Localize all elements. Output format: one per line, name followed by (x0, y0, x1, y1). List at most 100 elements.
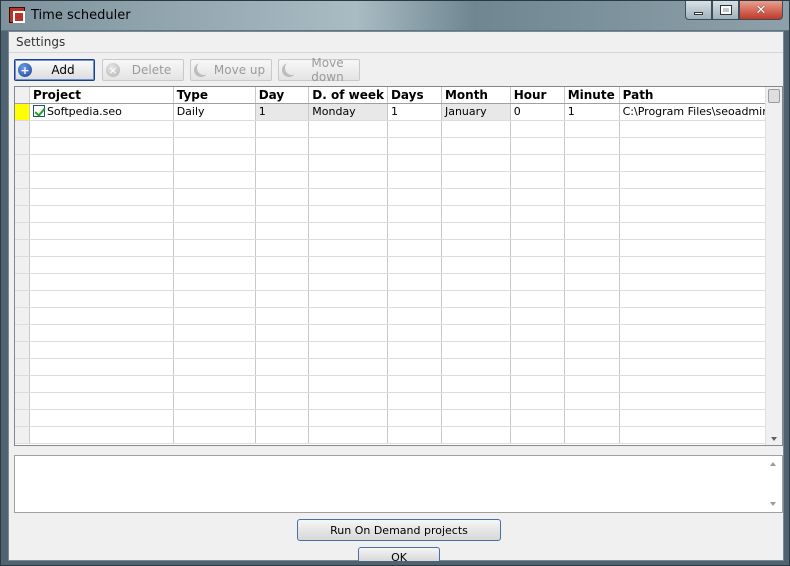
empty-cell[interactable] (441, 392, 511, 410)
empty-table-row[interactable] (15, 273, 782, 291)
empty-cell[interactable] (510, 256, 565, 274)
empty-cell[interactable] (255, 154, 310, 172)
empty-cell[interactable] (308, 154, 388, 172)
empty-cell[interactable] (29, 341, 174, 359)
empty-cell[interactable] (308, 239, 388, 257)
row-indicator[interactable] (15, 375, 30, 393)
empty-cell[interactable] (619, 273, 782, 291)
empty-cell[interactable] (510, 290, 565, 308)
empty-cell[interactable] (619, 358, 782, 376)
empty-cell[interactable] (564, 137, 620, 155)
empty-cell[interactable] (387, 426, 442, 444)
title-bar[interactable]: Time scheduler ✕ (1, 1, 789, 30)
empty-cell[interactable] (29, 205, 174, 223)
grid-scrollbar-thumb[interactable] (768, 89, 780, 103)
empty-cell[interactable] (619, 171, 782, 189)
row-indicator[interactable] (15, 341, 30, 359)
empty-cell[interactable] (510, 137, 565, 155)
empty-cell[interactable] (308, 222, 388, 240)
empty-cell[interactable] (255, 188, 310, 206)
empty-cell[interactable] (173, 392, 256, 410)
empty-cell[interactable] (564, 426, 620, 444)
row-indicator[interactable] (15, 103, 30, 121)
column-header-project[interactable]: Project (29, 87, 174, 104)
column-header-path[interactable]: Path (619, 87, 782, 104)
cell-month[interactable]: January (441, 103, 511, 121)
empty-cell[interactable] (619, 222, 782, 240)
empty-cell[interactable] (308, 171, 388, 189)
empty-cell[interactable] (387, 154, 442, 172)
empty-cell[interactable] (510, 341, 565, 359)
column-header-days[interactable]: Days (387, 87, 442, 104)
empty-cell[interactable] (308, 375, 388, 393)
empty-table-row[interactable] (15, 205, 782, 223)
empty-cell[interactable] (255, 137, 310, 155)
empty-cell[interactable] (173, 171, 256, 189)
empty-cell[interactable] (387, 409, 442, 427)
empty-table-row[interactable] (15, 375, 782, 393)
empty-cell[interactable] (619, 307, 782, 325)
empty-cell[interactable] (29, 324, 174, 342)
maximize-button[interactable] (712, 1, 739, 20)
empty-cell[interactable] (308, 120, 388, 138)
column-header-day-of-week[interactable]: D. of week (308, 87, 388, 104)
empty-cell[interactable] (255, 222, 310, 240)
empty-cell[interactable] (387, 324, 442, 342)
empty-cell[interactable] (510, 222, 565, 240)
empty-cell[interactable] (441, 171, 511, 189)
column-header-hour[interactable]: Hour (510, 87, 565, 104)
empty-cell[interactable] (510, 120, 565, 138)
empty-cell[interactable] (441, 205, 511, 223)
empty-cell[interactable] (255, 307, 310, 325)
empty-cell[interactable] (441, 137, 511, 155)
column-header-minute[interactable]: Minute (564, 87, 620, 104)
empty-cell[interactable] (387, 256, 442, 274)
empty-cell[interactable] (510, 426, 565, 444)
cell-day-of-week[interactable]: Monday (308, 103, 388, 121)
empty-cell[interactable] (564, 307, 620, 325)
empty-cell[interactable] (29, 256, 174, 274)
cell-path[interactable]: C:\Program Files\seoadminis (619, 103, 782, 121)
empty-table-row[interactable] (15, 239, 782, 257)
empty-cell[interactable] (564, 171, 620, 189)
empty-cell[interactable] (441, 239, 511, 257)
empty-cell[interactable] (173, 375, 256, 393)
empty-cell[interactable] (173, 188, 256, 206)
cell-day[interactable]: 1 (255, 103, 310, 121)
empty-cell[interactable] (387, 273, 442, 291)
delete-button[interactable]: × Delete (102, 59, 184, 81)
schedule-grid[interactable]: Project Type Day D. of week Days Month H… (14, 86, 783, 446)
row-indicator[interactable] (15, 290, 30, 308)
empty-cell[interactable] (255, 392, 310, 410)
empty-cell[interactable] (564, 222, 620, 240)
empty-table-row[interactable] (15, 188, 782, 206)
empty-cell[interactable] (510, 358, 565, 376)
empty-table-row[interactable] (15, 171, 782, 189)
scroll-up-icon[interactable] (770, 462, 776, 466)
empty-cell[interactable] (29, 392, 174, 410)
empty-cell[interactable] (255, 290, 310, 308)
empty-cell[interactable] (308, 358, 388, 376)
empty-cell[interactable] (173, 205, 256, 223)
empty-cell[interactable] (308, 324, 388, 342)
empty-cell[interactable] (564, 324, 620, 342)
project-enabled-checkbox[interactable] (32, 105, 45, 117)
column-header-month[interactable]: Month (441, 87, 511, 104)
empty-cell[interactable] (441, 256, 511, 274)
empty-cell[interactable] (564, 205, 620, 223)
empty-cell[interactable] (510, 205, 565, 223)
empty-cell[interactable] (29, 120, 174, 138)
empty-cell[interactable] (564, 120, 620, 138)
empty-table-row[interactable] (15, 137, 782, 155)
empty-cell[interactable] (441, 307, 511, 325)
row-indicator[interactable] (15, 120, 30, 138)
empty-table-row[interactable] (15, 392, 782, 410)
empty-cell[interactable] (255, 205, 310, 223)
empty-cell[interactable] (510, 154, 565, 172)
empty-cell[interactable] (619, 256, 782, 274)
empty-cell[interactable] (387, 137, 442, 155)
empty-cell[interactable] (255, 120, 310, 138)
move-down-button[interactable]: Move down (278, 56, 360, 84)
empty-cell[interactable] (619, 239, 782, 257)
empty-cell[interactable] (255, 375, 310, 393)
